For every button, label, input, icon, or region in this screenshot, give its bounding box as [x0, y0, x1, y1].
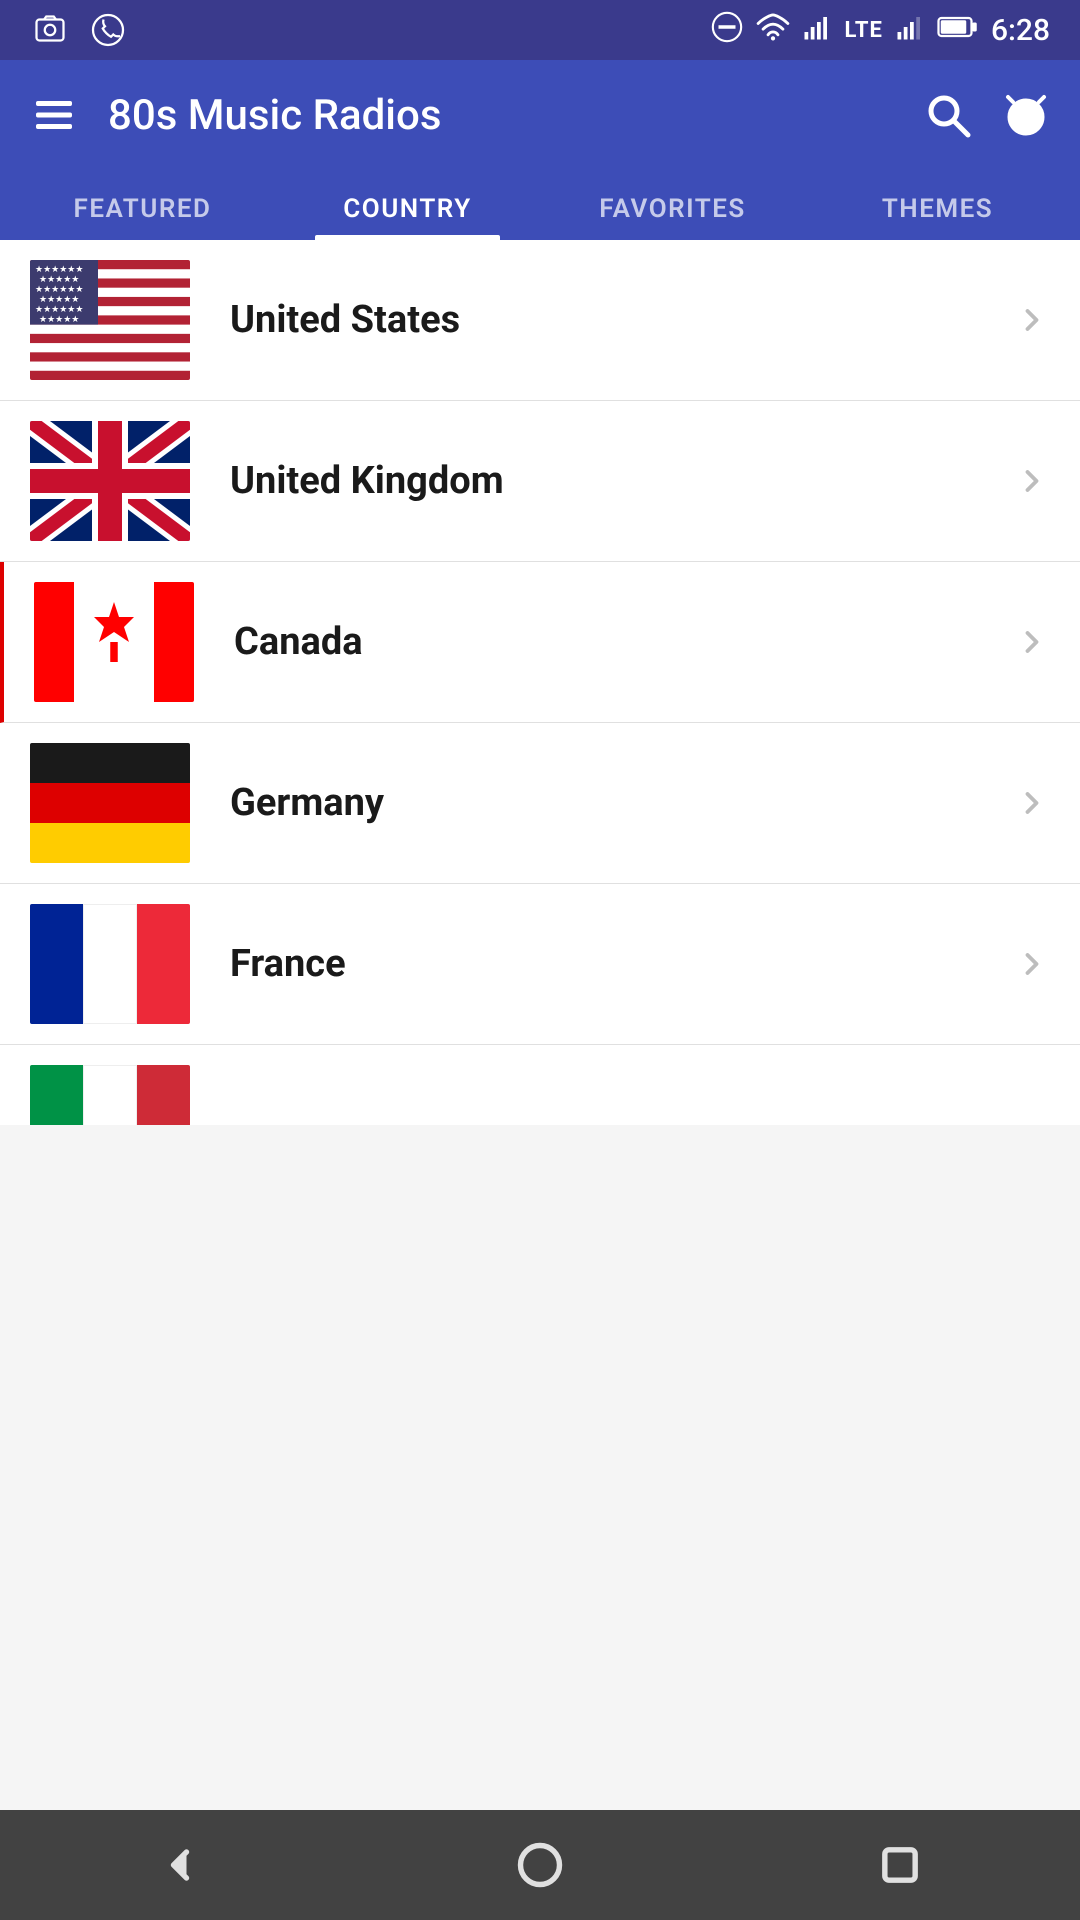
home-button[interactable]: [514, 1839, 566, 1891]
svg-text:★★★★★: ★★★★★: [39, 315, 79, 325]
chevron-icon-france: [1014, 946, 1050, 982]
phone-icon: [88, 10, 128, 50]
chevron-icon-germany: [1014, 785, 1050, 821]
battery-icon: [937, 13, 979, 48]
france-blue-stripe: [30, 904, 83, 1024]
svg-text:★★★★★: ★★★★★: [39, 295, 79, 305]
signal2-icon: [895, 12, 925, 49]
germany-gold-stripe: [30, 823, 190, 863]
country-item-germany[interactable]: Germany: [0, 723, 1080, 884]
signal-icon: [802, 12, 832, 49]
wifi-icon: [756, 10, 790, 51]
country-name-germany: Germany: [230, 781, 1014, 825]
svg-text:★★★★★★: ★★★★★★: [35, 285, 83, 295]
recent-apps-button[interactable]: [874, 1839, 926, 1891]
country-name-usa: United States: [230, 298, 1014, 342]
tab-featured[interactable]: FEATURED: [10, 170, 275, 240]
country-item-canada[interactable]: Canada: [0, 562, 1080, 723]
back-button[interactable]: [154, 1839, 206, 1891]
alarm-button[interactable]: [1002, 91, 1050, 139]
flag-canada: [34, 582, 194, 702]
country-name-canada: Canada: [234, 620, 1014, 664]
status-bar: LTE 6:28: [0, 0, 1080, 60]
country-item-italy-partial[interactable]: [0, 1045, 1080, 1125]
germany-black-stripe: [30, 743, 190, 783]
country-item-uk[interactable]: United Kingdom: [0, 401, 1080, 562]
tab-favorites[interactable]: FAVORITES: [540, 170, 805, 240]
lte-label: LTE: [844, 18, 882, 43]
chevron-icon-usa: [1014, 302, 1050, 338]
france-red-stripe: [137, 904, 190, 1024]
svg-text:★★★★★★: ★★★★★★: [35, 265, 83, 275]
search-button[interactable]: [924, 91, 972, 139]
app-bar: 80s Music Radios: [0, 60, 1080, 170]
status-time: 6:28: [991, 13, 1050, 48]
bottom-nav-bar: [0, 1810, 1080, 1920]
app-title: 80s Music Radios: [108, 91, 894, 140]
chevron-icon-uk: [1014, 463, 1050, 499]
status-left-icons: [30, 10, 128, 50]
flag-germany: [30, 743, 190, 863]
chevron-icon-canada: [1014, 624, 1050, 660]
country-item-france[interactable]: France: [0, 884, 1080, 1045]
photo-icon: [30, 10, 70, 50]
svg-text:★★★★★: ★★★★★: [39, 275, 79, 285]
country-name-uk: United Kingdom: [230, 459, 1014, 503]
country-list: ★★★★★★ ★★★★★ ★★★★★★ ★★★★★ ★★★★★★ ★★★★★ U…: [0, 240, 1080, 1125]
germany-red-stripe: [30, 783, 190, 823]
svg-text:★★★★★★: ★★★★★★: [35, 305, 83, 315]
country-name-france: France: [230, 942, 1014, 986]
france-white-stripe: [83, 904, 138, 1024]
flag-usa: ★★★★★★ ★★★★★ ★★★★★★ ★★★★★ ★★★★★★ ★★★★★: [30, 260, 190, 380]
tab-themes[interactable]: THEMES: [805, 170, 1070, 240]
flag-france: [30, 904, 190, 1024]
country-item-usa[interactable]: ★★★★★★ ★★★★★ ★★★★★★ ★★★★★ ★★★★★★ ★★★★★ U…: [0, 240, 1080, 401]
tab-bar: FEATURED COUNTRY FAVORITES THEMES: [0, 170, 1080, 240]
flag-uk: [30, 421, 190, 541]
dnd-icon: [710, 10, 744, 51]
status-right-icons: LTE 6:28: [710, 10, 1050, 51]
hamburger-menu-button[interactable]: [30, 91, 78, 139]
tab-country[interactable]: COUNTRY: [275, 170, 540, 240]
